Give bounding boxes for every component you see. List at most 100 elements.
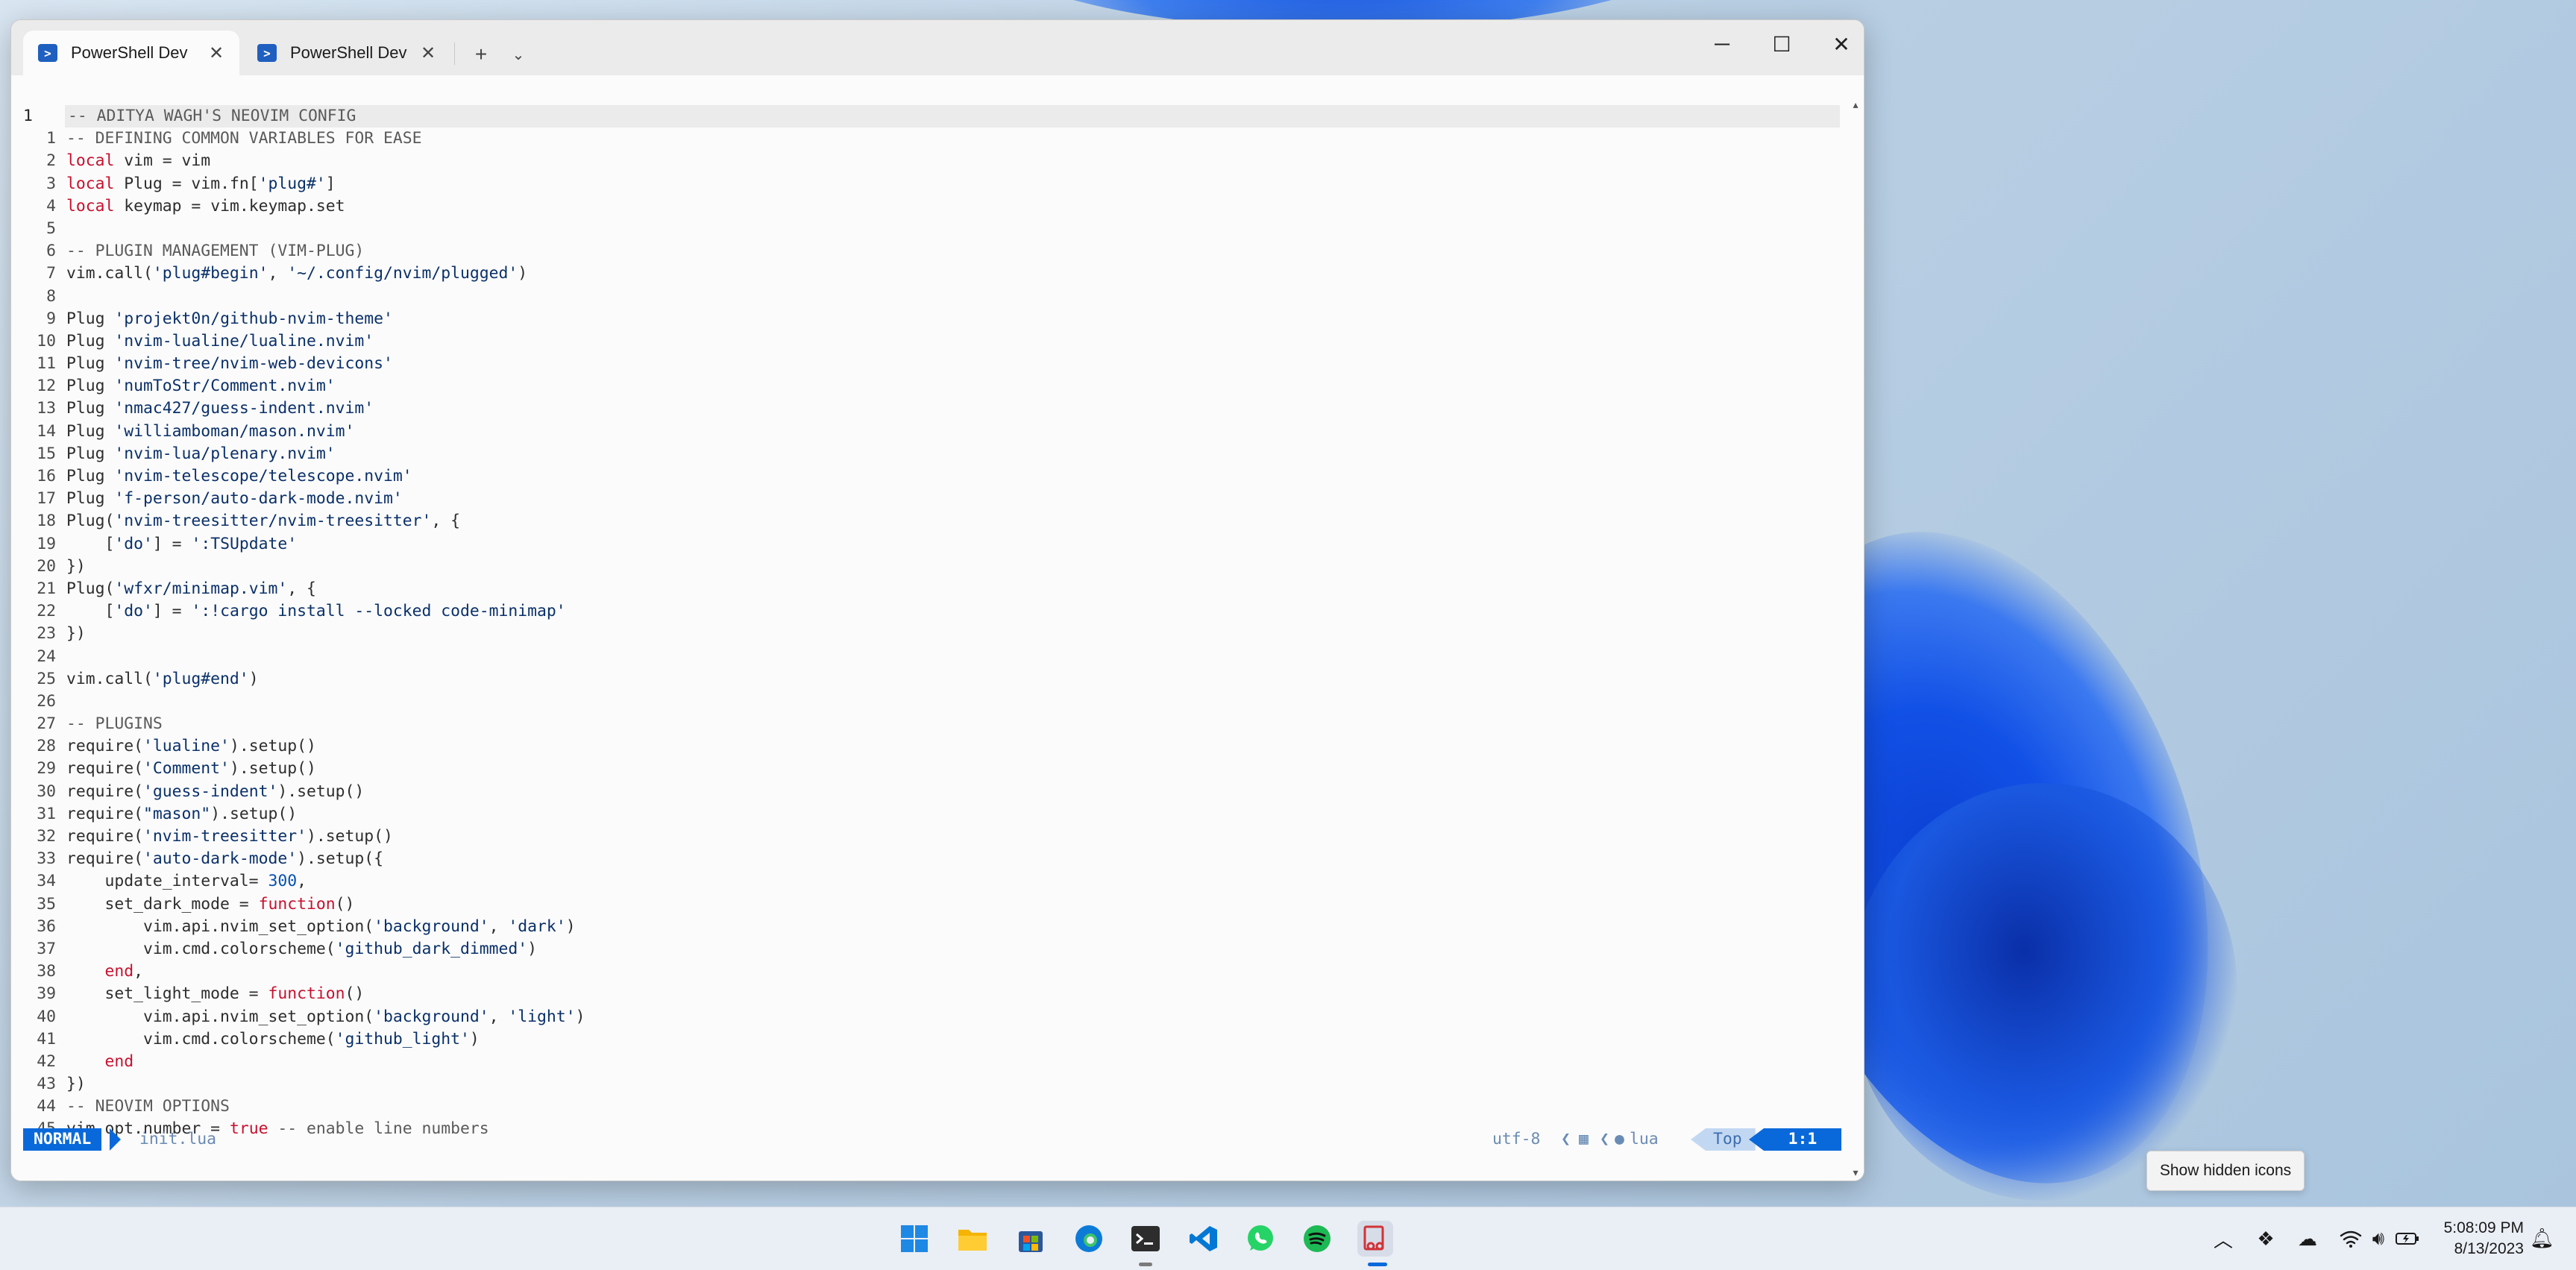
code-line[interactable]: 17 Plug 'f-person/auto-dark-mode.nvim' — [11, 488, 585, 510]
code-line[interactable]: 41 vim.cmd.colorscheme('github_light') — [11, 1028, 585, 1051]
maximize-icon[interactable]: ☐ — [1752, 20, 1812, 68]
battery-icon[interactable] — [2394, 1225, 2421, 1252]
code-token: vim.cmd.colorscheme( — [66, 1029, 336, 1049]
code-line[interactable]: 18 Plug('nvim-treesitter/nvim-treesitter'… — [11, 510, 585, 532]
code-line[interactable]: 36 vim.api.nvim_set_option('background',… — [11, 916, 585, 938]
code-token: }) — [66, 1075, 86, 1094]
neovim-editor[interactable]: 1 -- ADITYA WAGH'S NEOVIM CONFIG 1 -- DEFIN… — [11, 75, 1864, 1181]
file-explorer-icon[interactable] — [955, 1221, 990, 1257]
notification-bell-icon[interactable]: 🔔︎ — [2530, 1227, 2554, 1250]
code-line[interactable]: 43}) — [11, 1073, 585, 1095]
code-line[interactable]: 33 require('auto-dark-mode').setup({ — [11, 848, 585, 870]
code-line[interactable]: 32 require('nvim-treesitter').setup() — [11, 826, 585, 848]
code-line[interactable]: 30 require('guess-indent').setup() — [11, 781, 585, 803]
close-tab-icon[interactable]: ✕ — [415, 40, 441, 66]
code-line[interactable]: 31 require("mason").setup() — [11, 803, 585, 826]
code-token: , — [297, 872, 307, 891]
code-token: Plug — [66, 421, 115, 441]
code-line[interactable]: 29 require('Comment').setup() — [11, 758, 585, 780]
scrollbar[interactable]: ▴ ▾ — [1850, 43, 1861, 1181]
code-line[interactable]: 14 Plug 'williamboman/mason.nvim' — [11, 421, 585, 443]
code-line[interactable]: 11 Plug 'nvim-tree/nvim-web-devicons' — [11, 353, 585, 375]
code-line[interactable]: 28 require('lualine').setup() — [11, 735, 585, 758]
code-line[interactable]: 34 update_interval= 300, — [11, 870, 585, 893]
spotify-icon[interactable] — [1299, 1221, 1335, 1257]
close-tab-icon[interactable]: ✕ — [204, 40, 229, 66]
line-number: 18 — [37, 512, 56, 531]
code-line[interactable]: 1 -- DEFINING COMMON VARIABLES FOR EASE — [11, 128, 585, 150]
onedrive-icon[interactable]: ☁ — [2293, 1225, 2322, 1252]
code-line[interactable]: 42 end — [11, 1051, 585, 1073]
scroll-up-icon[interactable]: ▴ — [1850, 99, 1861, 110]
scroll-position: Top — [1691, 1128, 1756, 1151]
code-line[interactable]: 12 Plug 'numToStr/Comment.nvim' — [11, 375, 585, 397]
plus-icon[interactable]: + — [466, 40, 496, 69]
whatsapp-icon[interactable] — [1243, 1221, 1278, 1257]
microsoft-store-icon[interactable] — [1013, 1221, 1049, 1257]
line-number: 13 — [37, 399, 56, 418]
start-icon[interactable] — [896, 1221, 932, 1257]
code-token: 'nvim-tree/nvim-web-devicons' — [114, 354, 393, 374]
code-line[interactable]: 20}) — [11, 556, 585, 578]
code-line[interactable]: 44 -- NEOVIM OPTIONS — [11, 1095, 585, 1118]
code-line[interactable]: 3 local Plug = vim.fn['plug#'] — [11, 173, 585, 195]
tab-powershell-dev-2[interactable]: > PowerShell Dev ✕ — [242, 31, 451, 75]
code-line[interactable]: 35 set_dark_mode = function() — [11, 893, 585, 916]
code-line[interactable]: 8 — [11, 286, 585, 308]
edge-icon[interactable] — [1071, 1221, 1107, 1257]
minimize-icon[interactable]: ─ — [1692, 20, 1752, 68]
code-line[interactable]: 4 local keymap = vim.keymap.set — [11, 195, 585, 218]
volume-icon[interactable]: 🔊︎ — [2366, 1225, 2391, 1252]
code-token: end — [104, 962, 134, 981]
vscode-icon[interactable] — [1186, 1221, 1222, 1257]
line-number: 19 — [37, 534, 56, 553]
powershell-icon: > — [38, 44, 57, 62]
chevron-down-icon[interactable]: ⌄ — [503, 40, 533, 69]
code-line[interactable]: 21 Plug('wfxr/minimap.vim', { — [11, 578, 585, 600]
code-line[interactable]: 22 ['do'] = ':!cargo install --locked co… — [11, 600, 585, 623]
line-number: 27 — [37, 714, 56, 734]
scroll-down-icon[interactable]: ▾ — [1850, 1167, 1861, 1178]
code-line[interactable]: 23}) — [11, 623, 585, 645]
code-line[interactable]: 6 -- PLUGIN MANAGEMENT (VIM-PLUG) — [11, 240, 585, 263]
title-bar[interactable]: > PowerShell Dev ✕ > PowerShell Dev ✕ + … — [11, 20, 1864, 75]
line-number: 15 — [37, 444, 56, 463]
chevron-up-icon[interactable]: ︿ — [2212, 1225, 2234, 1252]
code-token: 'github_dark_dimmed' — [335, 939, 528, 958]
filetype: lua — [1630, 1130, 1659, 1148]
code-line[interactable]: 16 Plug 'nvim-telescope/telescope.nvim' — [11, 465, 585, 488]
code-lines[interactable]: 1 -- ADITYA WAGH'S NEOVIM CONFIG 1 -- DEFIN… — [11, 105, 585, 1141]
snipping-tool-icon[interactable] — [1357, 1221, 1393, 1257]
tab-powershell-dev-1[interactable]: > PowerShell Dev ✕ — [23, 31, 239, 75]
code-line[interactable]: 26 — [11, 691, 585, 713]
code-line[interactable]: 25 vim.call('plug#end') — [11, 668, 585, 691]
wifi-icon[interactable] — [2337, 1225, 2364, 1252]
code-line[interactable]: 37 vim.cmd.colorscheme('github_dark_dimm… — [11, 938, 585, 961]
line-number: 9 — [46, 309, 56, 328]
code-line[interactable]: 27 -- PLUGINS — [11, 713, 585, 735]
code-line[interactable]: 10 Plug 'nvim-lualine/lualine.nvim' — [11, 330, 585, 353]
code-token: require( — [66, 827, 144, 846]
wallpaper-bloom-lower — [1850, 783, 2237, 1201]
code-line[interactable]: 39 set_light_mode = function() — [11, 983, 585, 1005]
code-line[interactable]: 40 vim.api.nvim_set_option('background',… — [11, 1006, 585, 1028]
dropbox-icon[interactable]: ❖ — [2252, 1225, 2279, 1252]
code-token: 'nvim-lua/plenary.nvim' — [114, 444, 336, 463]
system-clock[interactable]: 5:08:09 PM 8/13/2023 — [2427, 1218, 2524, 1260]
code-line[interactable]: 9 Plug 'projekt0n/github-nvim-theme' — [11, 308, 585, 330]
code-token: ).setup() — [277, 782, 365, 801]
code-line[interactable]: 19 ['do'] = ':TSUpdate' — [11, 533, 585, 556]
code-token: ] — [325, 174, 336, 193]
code-line[interactable]: 13 Plug 'nmac427/guess-indent.nvim' — [11, 397, 585, 420]
code-line[interactable]: 7 vim.call('plug#begin', '~/.config/nvim/… — [11, 263, 585, 285]
code-line[interactable]: 1 -- ADITYA WAGH'S NEOVIM CONFIG — [11, 105, 585, 128]
code-line[interactable]: 24 — [11, 646, 585, 668]
code-line[interactable]: 15 Plug 'nvim-lua/plenary.nvim' — [11, 443, 585, 465]
code-line[interactable]: 2 local vim = vim — [11, 150, 585, 172]
terminal-icon[interactable] — [1128, 1221, 1163, 1257]
line-number: 40 — [37, 1007, 56, 1026]
line-number: 37 — [37, 939, 56, 958]
code-token: vim.api.nvim_set_option( — [66, 1007, 374, 1026]
code-line[interactable]: 38 end, — [11, 961, 585, 983]
code-line[interactable]: 5 — [11, 218, 585, 240]
